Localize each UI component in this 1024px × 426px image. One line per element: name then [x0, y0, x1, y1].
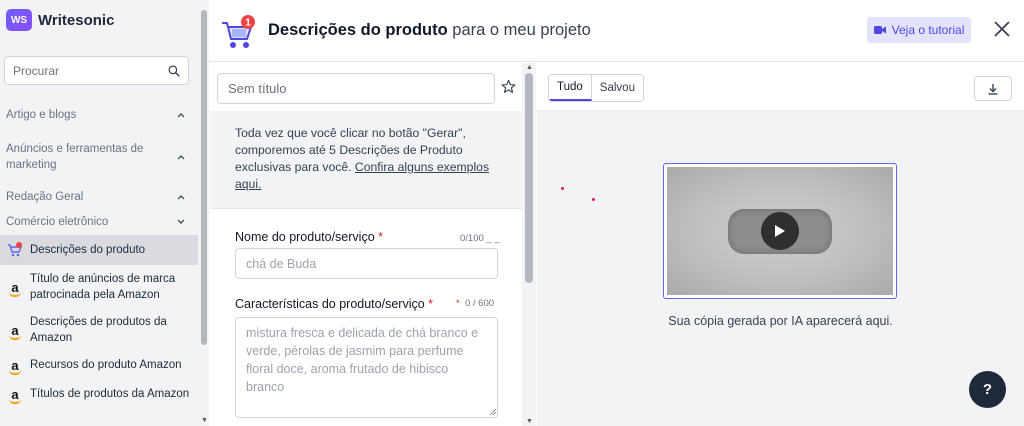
download-icon [988, 83, 998, 95]
amazon-icon: a [9, 279, 22, 297]
brand[interactable]: WS Writesonic [6, 9, 114, 31]
amazon-icon: a [9, 386, 22, 404]
scroll-down-icon[interactable]: ▼ [201, 417, 208, 424]
counter-value: 0/100 [460, 233, 484, 244]
tutorial-video[interactable] [663, 163, 897, 299]
close-icon[interactable] [992, 19, 1012, 39]
video-thumbnail [667, 167, 893, 295]
star-icon[interactable] [501, 79, 516, 94]
empty-state-text: Sua cópia gerada por IA aparecerá aqui. [668, 314, 893, 328]
product-name-counter: 0/100 _ _ [460, 233, 500, 244]
cart-icon [6, 241, 24, 259]
counter-value: 0 / 600 [464, 298, 495, 309]
product-name-label: Nome do produto/serviço * [235, 230, 383, 244]
sidebar-item-titulo-anuncios-amazon[interactable]: a Título de anúncios de marca patrocinad… [0, 268, 198, 306]
sidebar-scrollbar[interactable]: ▼ [199, 0, 209, 426]
search-icon[interactable] [168, 64, 180, 78]
amazon-icon: a [9, 357, 22, 375]
product-name-input[interactable] [235, 248, 498, 279]
scroll-up-icon[interactable]: ▲ [526, 64, 533, 71]
chevron-up-icon [177, 195, 185, 200]
amazon-icon: a [9, 322, 22, 340]
required-mark: * [456, 298, 460, 309]
project-title-input[interactable] [217, 73, 495, 104]
decorative-dot [561, 187, 564, 190]
sidebar-item-label: Títulos de produtos da Amazon [30, 388, 190, 400]
chevron-up-icon [177, 155, 185, 160]
sidebar-item-recursos-amazon[interactable]: a Recursos do produto Amazon [0, 354, 198, 376]
sidebar-item-label: Título de anúncios de marca patrocinada … [30, 273, 176, 301]
brand-name: Writesonic [38, 11, 115, 29]
sidebar: WS Writesonic Artigo e blogs Anúncios e … [0, 0, 209, 426]
product-features-textarea[interactable] [235, 317, 498, 418]
play-icon[interactable] [761, 212, 799, 250]
decorative-dot [592, 198, 595, 201]
output-toolbar: Tudo Salvou [537, 63, 1024, 111]
cart-badge: 1 [245, 18, 251, 29]
section-label: Artigo e blogs [6, 109, 77, 121]
sidebar-item-descricoes-produto[interactable]: Descrições do produto [0, 235, 198, 265]
brand-logo: WS [6, 9, 32, 31]
product-name-label-text: Nome do produto/serviço [235, 230, 375, 244]
section-label: Comércio eletrônico [6, 216, 109, 228]
tab-tudo[interactable]: Tudo [549, 75, 592, 101]
output-panel: Tudo Salvou Sua cópia gerada por IA apar… [537, 63, 1024, 426]
tutorial-label: Veja o tutorial [891, 23, 965, 37]
page-title: Descrições do produto para o meu projeto [268, 21, 591, 40]
page-title-rest: para o meu projeto [447, 21, 591, 39]
section-label: Redação Geral [6, 191, 84, 203]
output-tabs: Tudo Salvou [548, 74, 644, 102]
form-panel: Toda vez que você clicar no botão "Gerar… [210, 63, 536, 426]
sidebar-item-label: Descrições de produtos da Amazon [30, 316, 167, 344]
section-artigo-blogs[interactable]: Artigo e blogs [6, 109, 186, 121]
chevron-up-icon [177, 113, 185, 118]
sidebar-item-descricoes-amazon[interactable]: a Descrições de produtos da Amazon [0, 311, 198, 349]
tab-salvou[interactable]: Salvou [591, 75, 643, 101]
cart-icon: 1 [222, 15, 255, 48]
help-button[interactable]: ? [969, 371, 1006, 408]
tutorial-button[interactable]: Veja o tutorial [867, 17, 971, 43]
section-anuncios-marketing[interactable]: Anúncios e ferramentas de marketing [6, 141, 186, 173]
required-mark: * [378, 230, 384, 244]
video-player-icon [728, 208, 832, 254]
sidebar-item-label: Recursos do produto Amazon [30, 359, 182, 371]
sidebar-search [4, 56, 189, 85]
scrollbar-thumb[interactable] [525, 73, 533, 283]
section-label: Anúncios e ferramentas de marketing [6, 143, 144, 171]
download-button[interactable] [974, 76, 1012, 101]
page-title-bold: Descrições do produto [268, 21, 448, 39]
sidebar-item-titulos-amazon[interactable]: a Títulos de produtos da Amazon [0, 383, 198, 405]
page-header: 1 Descrições do produto para o meu proje… [210, 0, 1024, 62]
form-scrollbar[interactable]: ▲ ▼ [522, 63, 536, 426]
search-input[interactable] [13, 63, 168, 78]
required-mark: * [428, 297, 434, 311]
chevron-down-icon [177, 219, 185, 224]
product-features-label-text: Características do produto/serviço [235, 297, 425, 311]
video-camera-icon [873, 26, 886, 34]
scroll-down-icon[interactable]: ▼ [526, 418, 533, 425]
section-comercio-eletronico[interactable]: Comércio eletrônico [6, 216, 186, 228]
info-box: Toda vez que você clicar no botão "Gerar… [210, 111, 522, 209]
app-root: WS Writesonic Artigo e blogs Anúncios e … [0, 0, 1024, 426]
product-features-label: Características do produto/serviço * [235, 297, 433, 311]
product-features-counter: * 0 / 600 [456, 298, 494, 309]
sidebar-item-label: Descrições do produto [30, 244, 146, 256]
resize-grip-icon[interactable] [489, 408, 497, 416]
scrollbar-thumb[interactable] [201, 10, 207, 345]
section-redacao-geral[interactable]: Redação Geral [6, 191, 186, 203]
